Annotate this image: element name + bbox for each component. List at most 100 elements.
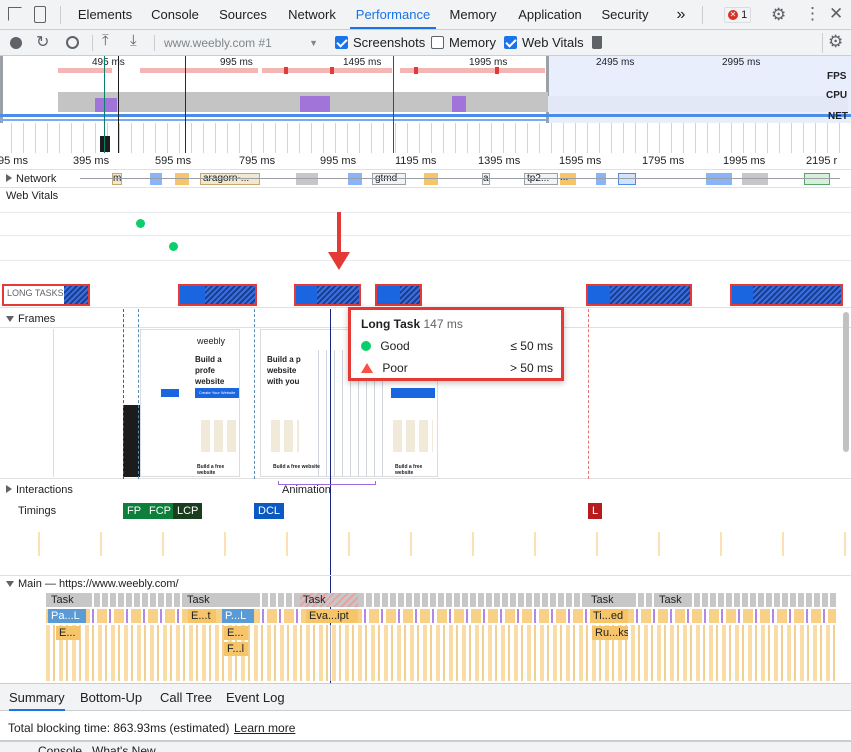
close-devtools-icon[interactable]: ✕ [829,4,843,24]
timeline-scrollbar[interactable] [843,312,849,452]
long-task-bar[interactable] [586,284,692,306]
tooltip-poor-label: Poor [382,361,408,375]
tab-security[interactable]: Security [597,0,653,29]
network-request[interactable]: tp2... [524,173,558,185]
interactions-track-header[interactable]: Interactions [6,484,73,496]
main-subtask[interactable]: Ti...ed [590,609,628,623]
clear-icon[interactable] [66,36,79,49]
network-request[interactable]: gtmd [372,173,406,185]
main-subtask[interactable]: E... [224,626,248,640]
main-subtask[interactable]: F...l [224,642,248,656]
inspect-element-icon[interactable] [8,7,22,21]
long-tasks-row-bg [0,284,851,308]
main-subtask[interactable]: P...L [222,609,254,623]
main-subtask[interactable]: Pa...L [48,609,86,623]
network-request[interactable] [706,173,732,185]
long-task-bar[interactable] [375,284,422,306]
network-request[interactable]: m [112,173,122,185]
tooltip-title: Long Task [361,317,421,331]
long-task-bar[interactable] [178,284,257,306]
network-request[interactable]: a [482,173,490,185]
garbage-collect-icon[interactable] [592,36,602,49]
drawer-tabs[interactable]: Console What's New [38,744,156,752]
network-request[interactable] [596,173,606,185]
animation-label: Animation [282,484,331,496]
network-request[interactable] [424,173,438,185]
frame-dashed-marker [588,309,589,479]
main-task[interactable]: Task [184,593,254,607]
upload-profile-icon[interactable]: ⤒ [102,32,109,49]
interactions-track[interactable]: Interactions Animation [0,480,851,500]
long-task-bar[interactable] [730,284,843,306]
tab-sources[interactable]: Sources [214,0,272,29]
total-blocking-time: Total blocking time: 863.93ms (estimated… [8,721,230,735]
tab-elements[interactable]: Elements [72,0,138,29]
frames-track-header[interactable]: Frames [6,313,55,325]
network-request[interactable]: aragorn-... [200,173,260,185]
main-task[interactable]: Task [656,593,690,607]
network-request[interactable] [348,173,362,185]
capture-settings-gear-icon[interactable]: ⚙ [828,32,843,52]
ruler-label: 1995 ms [723,155,766,167]
long-task-bar[interactable]: LONG TASKS [2,284,90,306]
learn-more-link[interactable]: Learn more [234,721,295,735]
timing-fcp-marker[interactable]: FCP [145,503,175,519]
fcp-good-dot[interactable] [136,219,145,228]
tab-call-tree[interactable]: Call Tree [160,690,212,705]
main-thread-header[interactable]: Main — https://www.weebly.com/ [6,578,179,590]
network-request[interactable] [175,173,189,185]
main-thread-label: Main — https://www.weebly.com/ [18,578,179,590]
reload-record-icon[interactable]: ↻ [36,32,49,52]
tab-memory[interactable]: Memory [444,0,502,29]
network-request[interactable] [618,173,636,185]
main-task[interactable]: Task [588,593,632,607]
settings-gear-icon[interactable]: ⚙ [771,5,786,25]
net-label: NET [828,111,848,122]
device-toolbar-icon[interactable] [34,6,46,23]
recording-select[interactable]: www.weebly.com #1 ▼ [164,34,322,52]
network-track-header[interactable]: Network [6,173,56,185]
screenshots-checkbox[interactable] [335,36,348,49]
tab-network[interactable]: Network [282,0,342,29]
lcp-good-dot[interactable] [169,242,178,251]
kebab-menu-icon[interactable]: ⋮ [804,4,821,24]
memory-checkbox[interactable] [431,36,444,49]
main-subtask[interactable]: E... [56,626,80,640]
timing-dcl-marker[interactable]: DCL [254,503,285,519]
interactions-label: Interactions [16,484,73,496]
cpu-area-scripting [452,96,466,112]
main-thread-track[interactable]: Main — https://www.weebly.com/ Task Task… [0,575,851,683]
timing-fp-marker[interactable]: FP [123,503,146,519]
long-task-blocking-portion [753,286,841,304]
main-subtask[interactable]: Eva...ipt [306,609,358,623]
network-request[interactable] [150,173,162,185]
network-request[interactable] [804,173,830,185]
download-profile-icon[interactable]: ⤓ [130,32,137,49]
tab-event-log[interactable]: Event Log [226,690,285,705]
cpu-area-scripting [95,98,117,112]
good-dot-icon [361,341,371,351]
more-tabs-button[interactable]: » [670,0,692,29]
main-task[interactable]: Task [300,593,358,607]
tab-performance[interactable]: Performance [350,0,436,29]
timing-lcp-marker[interactable]: LCP [173,503,203,519]
timeline-overview[interactable]: 495 ms 995 ms 1495 ms 1995 ms 2495 ms 29… [0,56,851,153]
network-request[interactable]: ... [560,173,576,185]
network-track[interactable]: Network m aragorn-... gtmd a tp2... ... [0,170,851,188]
main-task[interactable]: Task [48,593,88,607]
record-icon[interactable] [10,37,22,49]
main-subtask[interactable]: E...t [188,609,216,623]
main-subtask[interactable]: Ru...ks [592,626,628,640]
network-request[interactable] [742,173,768,185]
tab-bottom-up[interactable]: Bottom-Up [80,690,142,705]
timing-load-marker[interactable]: L [588,503,603,519]
tab-summary[interactable]: Summary [9,690,65,711]
details-tab-bar: Summary Bottom-Up Call Tree Event Log [0,683,851,711]
web-vitals-checkbox[interactable] [504,36,517,49]
error-badge[interactable]: ✕ 1 [724,7,752,23]
main-flame-row3 [46,625,836,681]
tab-console[interactable]: Console [146,0,204,29]
long-task-bar-selected[interactable] [294,284,361,306]
network-request[interactable] [296,173,318,185]
tab-application[interactable]: Application [512,0,588,29]
